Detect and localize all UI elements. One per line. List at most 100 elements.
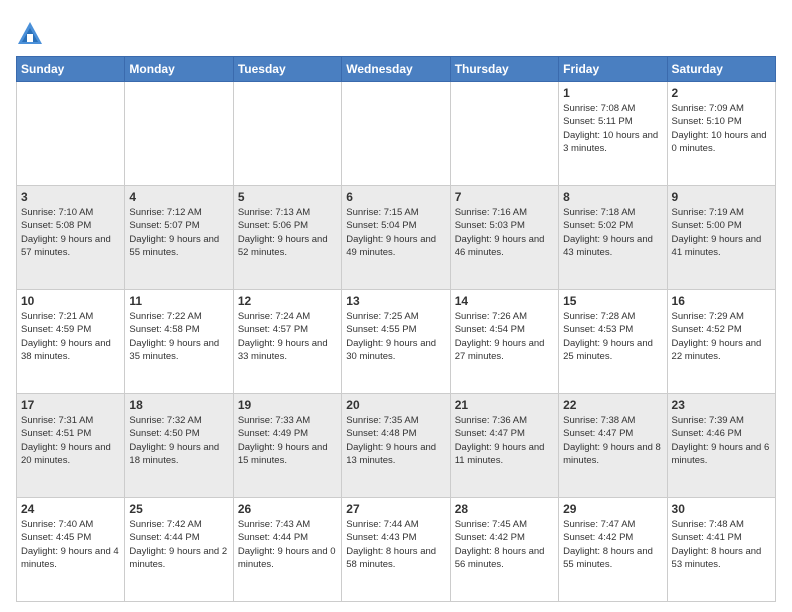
day-info: Sunrise: 7:45 AM Sunset: 4:42 PM Dayligh… (455, 518, 554, 571)
calendar-cell: 19 Sunrise: 7:33 AM Sunset: 4:49 PM Dayli… (233, 394, 341, 498)
day-number: 5 (238, 190, 337, 204)
calendar-cell: 22 Sunrise: 7:38 AM Sunset: 4:47 PM Dayli… (559, 394, 667, 498)
day-number: 18 (129, 398, 228, 412)
calendar-day-header: Wednesday (342, 57, 450, 82)
calendar-week-row: 24Sunrise: 7:40 AM Sunset: 4:45 PM Dayli… (17, 498, 776, 602)
day-info: Sunrise: 7:16 AM Sunset: 5:03 PM Dayligh… (455, 206, 554, 259)
day-number: 12 (238, 294, 337, 308)
calendar-day-header: Thursday (450, 57, 558, 82)
day-info: Sunrise: 7:29 AM Sunset: 4:52 PM Dayligh… (672, 310, 771, 363)
day-info: Sunrise: 7:21 AM Sunset: 4:59 PM Dayligh… (21, 310, 120, 363)
calendar-cell: 16 Sunrise: 7:29 AM Sunset: 4:52 PM Dayli… (667, 290, 775, 394)
day-info: Sunrise: 7:13 AM Sunset: 5:06 PM Dayligh… (238, 206, 337, 259)
day-number: 14 (455, 294, 554, 308)
calendar-cell (233, 82, 341, 186)
calendar-cell: 26 Sunrise: 7:43 AM Sunset: 4:44 PM Dayli… (233, 498, 341, 602)
day-number: 17 (21, 398, 120, 412)
day-number: 1 (563, 86, 662, 100)
calendar-cell: 14 Sunrise: 7:26 AM Sunset: 4:54 PM Dayli… (450, 290, 558, 394)
day-info: Sunrise: 7:36 AM Sunset: 4:47 PM Dayligh… (455, 414, 554, 467)
day-info: Sunrise: 7:22 AM Sunset: 4:58 PM Dayligh… (129, 310, 228, 363)
calendar-cell: 17 Sunrise: 7:31 AM Sunset: 4:51 PM Dayli… (17, 394, 125, 498)
day-info: Sunrise: 7:43 AM Sunset: 4:44 PM Dayligh… (238, 518, 337, 571)
calendar-day-header: Monday (125, 57, 233, 82)
day-number: 19 (238, 398, 337, 412)
day-number: 4 (129, 190, 228, 204)
calendar-cell: 12 Sunrise: 7:24 AM Sunset: 4:57 PM Dayli… (233, 290, 341, 394)
calendar-cell (342, 82, 450, 186)
calendar-header-row: SundayMondayTuesdayWednesdayThursdayFrid… (17, 57, 776, 82)
day-number: 23 (672, 398, 771, 412)
day-number: 27 (346, 502, 445, 516)
day-number: 6 (346, 190, 445, 204)
day-info: Sunrise: 7:15 AM Sunset: 5:04 PM Dayligh… (346, 206, 445, 259)
day-info: Sunrise: 7:08 AM Sunset: 5:11 PM Dayligh… (563, 102, 662, 155)
day-number: 11 (129, 294, 228, 308)
day-info: Sunrise: 7:31 AM Sunset: 4:51 PM Dayligh… (21, 414, 120, 467)
day-number: 21 (455, 398, 554, 412)
calendar-cell: 27 Sunrise: 7:44 AM Sunset: 4:43 PM Dayli… (342, 498, 450, 602)
day-number: 2 (672, 86, 771, 100)
day-number: 29 (563, 502, 662, 516)
calendar-cell: 11 Sunrise: 7:22 AM Sunset: 4:58 PM Dayli… (125, 290, 233, 394)
calendar-cell (17, 82, 125, 186)
calendar-day-header: Saturday (667, 57, 775, 82)
calendar-week-row: 3 Sunrise: 7:10 AM Sunset: 5:08 PM Daylig… (17, 186, 776, 290)
day-number: 7 (455, 190, 554, 204)
calendar-cell: 7 Sunrise: 7:16 AM Sunset: 5:03 PM Daylig… (450, 186, 558, 290)
day-number: 3 (21, 190, 120, 204)
calendar-week-row: 17 Sunrise: 7:31 AM Sunset: 4:51 PM Dayli… (17, 394, 776, 498)
day-info: Sunrise: 7:24 AM Sunset: 4:57 PM Dayligh… (238, 310, 337, 363)
day-number: 15 (563, 294, 662, 308)
calendar-cell: 6 Sunrise: 7:15 AM Sunset: 5:04 PM Daylig… (342, 186, 450, 290)
calendar-cell: 24Sunrise: 7:40 AM Sunset: 4:45 PM Dayli… (17, 498, 125, 602)
calendar-cell: 25 Sunrise: 7:42 AM Sunset: 4:44 PM Dayli… (125, 498, 233, 602)
calendar-cell: 29 Sunrise: 7:47 AM Sunset: 4:42 PM Dayli… (559, 498, 667, 602)
calendar-day-header: Sunday (17, 57, 125, 82)
day-number: 13 (346, 294, 445, 308)
calendar-cell: 13 Sunrise: 7:25 AM Sunset: 4:55 PM Dayli… (342, 290, 450, 394)
day-info: Sunrise: 7:18 AM Sunset: 5:02 PM Dayligh… (563, 206, 662, 259)
day-info: Sunrise: 7:32 AM Sunset: 4:50 PM Dayligh… (129, 414, 228, 467)
calendar-cell: 20 Sunrise: 7:35 AM Sunset: 4:48 PM Dayli… (342, 394, 450, 498)
day-info: Sunrise: 7:39 AM Sunset: 4:46 PM Dayligh… (672, 414, 771, 467)
header (16, 16, 776, 48)
day-info: Sunrise: 7:25 AM Sunset: 4:55 PM Dayligh… (346, 310, 445, 363)
calendar-cell (450, 82, 558, 186)
calendar-day-header: Tuesday (233, 57, 341, 82)
calendar-cell: 3 Sunrise: 7:10 AM Sunset: 5:08 PM Daylig… (17, 186, 125, 290)
calendar-cell: 10Sunrise: 7:21 AM Sunset: 4:59 PM Dayli… (17, 290, 125, 394)
day-number: 25 (129, 502, 228, 516)
day-info: Sunrise: 7:44 AM Sunset: 4:43 PM Dayligh… (346, 518, 445, 571)
day-info: Sunrise: 7:28 AM Sunset: 4:53 PM Dayligh… (563, 310, 662, 363)
day-info: Sunrise: 7:19 AM Sunset: 5:00 PM Dayligh… (672, 206, 771, 259)
calendar-cell: 1 Sunrise: 7:08 AM Sunset: 5:11 PM Daylig… (559, 82, 667, 186)
calendar-cell: 28 Sunrise: 7:45 AM Sunset: 4:42 PM Dayli… (450, 498, 558, 602)
day-info: Sunrise: 7:12 AM Sunset: 5:07 PM Dayligh… (129, 206, 228, 259)
day-number: 28 (455, 502, 554, 516)
calendar-day-header: Friday (559, 57, 667, 82)
calendar-cell: 18 Sunrise: 7:32 AM Sunset: 4:50 PM Dayli… (125, 394, 233, 498)
day-info: Sunrise: 7:35 AM Sunset: 4:48 PM Dayligh… (346, 414, 445, 467)
calendar-cell: 5 Sunrise: 7:13 AM Sunset: 5:06 PM Daylig… (233, 186, 341, 290)
calendar-cell: 9Sunrise: 7:19 AM Sunset: 5:00 PM Daylig… (667, 186, 775, 290)
day-number: 26 (238, 502, 337, 516)
day-info: Sunrise: 7:33 AM Sunset: 4:49 PM Dayligh… (238, 414, 337, 467)
day-info: Sunrise: 7:26 AM Sunset: 4:54 PM Dayligh… (455, 310, 554, 363)
calendar-cell: 8 Sunrise: 7:18 AM Sunset: 5:02 PM Daylig… (559, 186, 667, 290)
day-number: 24 (21, 502, 120, 516)
calendar-cell: 15 Sunrise: 7:28 AM Sunset: 4:53 PM Dayli… (559, 290, 667, 394)
day-number: 16 (672, 294, 771, 308)
logo (16, 20, 48, 48)
day-info: Sunrise: 7:38 AM Sunset: 4:47 PM Dayligh… (563, 414, 662, 467)
calendar-week-row: 1 Sunrise: 7:08 AM Sunset: 5:11 PM Daylig… (17, 82, 776, 186)
day-number: 30 (672, 502, 771, 516)
calendar-week-row: 10Sunrise: 7:21 AM Sunset: 4:59 PM Dayli… (17, 290, 776, 394)
day-number: 20 (346, 398, 445, 412)
day-info: Sunrise: 7:42 AM Sunset: 4:44 PM Dayligh… (129, 518, 228, 571)
logo-icon (16, 20, 44, 48)
day-info: Sunrise: 7:47 AM Sunset: 4:42 PM Dayligh… (563, 518, 662, 571)
day-number: 8 (563, 190, 662, 204)
day-number: 22 (563, 398, 662, 412)
day-info: Sunrise: 7:10 AM Sunset: 5:08 PM Dayligh… (21, 206, 120, 259)
